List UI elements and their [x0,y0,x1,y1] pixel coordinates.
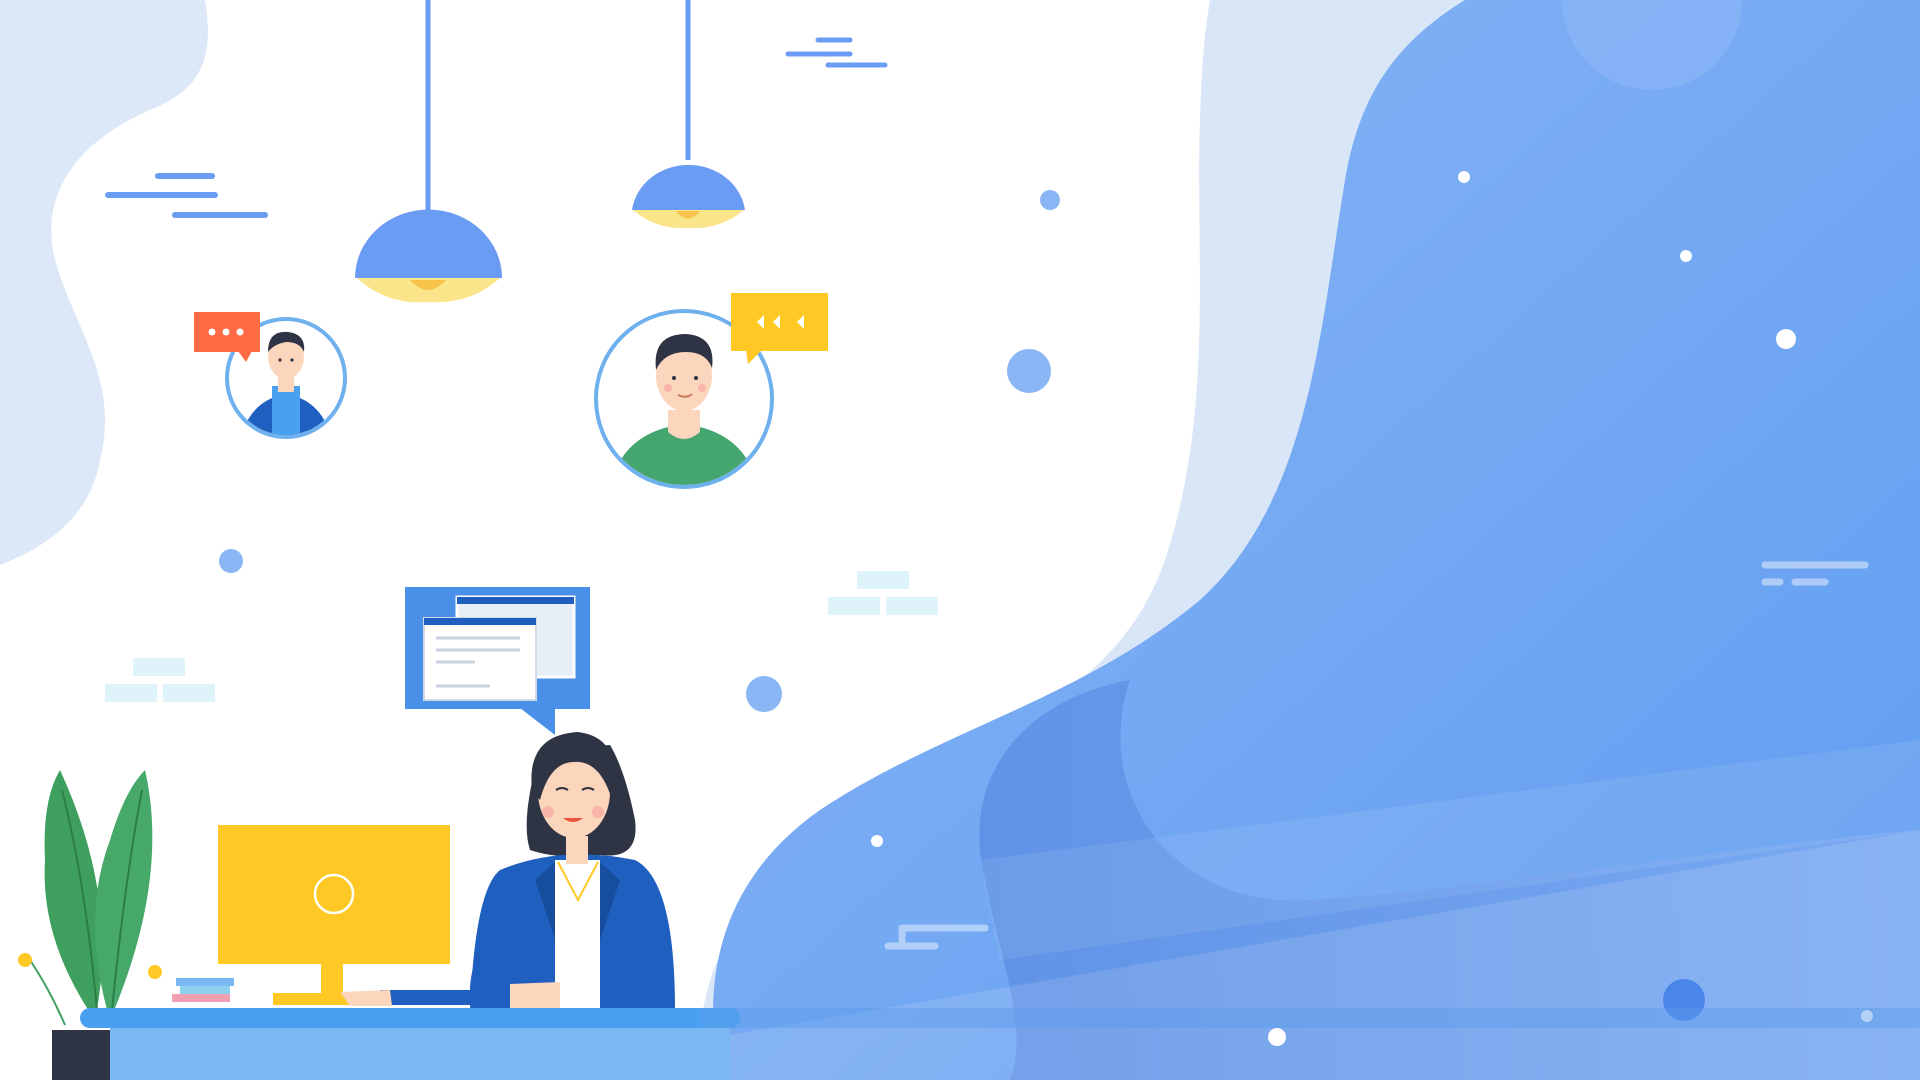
computer-monitor-icon [218,825,450,1005]
books-icon [172,978,234,1002]
pendant-lamp-icon [355,0,502,303]
left-pale-blob [0,0,208,565]
browser-window-icon [405,587,590,735]
office-illustration [0,0,1920,1080]
pendant-lamp-icon [632,0,745,229]
cloud-icon [785,37,888,68]
cloud-icon [105,173,268,218]
